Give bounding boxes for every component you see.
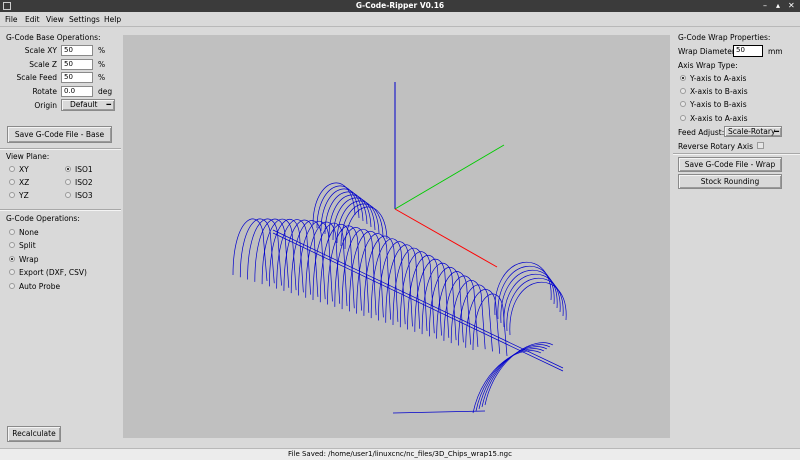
axis-y-to-a-radio[interactable]: Y-axis to A-axis (679, 74, 746, 83)
reverse-rotary-label: Reverse Rotary Axis (678, 142, 753, 151)
minimize-icon[interactable]: – (763, 0, 767, 12)
view-yz-radio[interactable]: YZ (8, 191, 29, 200)
rotate-input[interactable]: 0.0 (61, 86, 93, 97)
radio-icon (65, 179, 71, 185)
axis-wrap-heading: Axis Wrap Type: (678, 61, 738, 70)
stock-rounding-button[interactable]: Stock Rounding (678, 174, 782, 189)
op-export-radio[interactable]: Export (DXF, CSV) (8, 268, 87, 277)
toolpath-heart (509, 281, 567, 336)
scale-xy-label: Scale XY (24, 46, 57, 55)
window-title: G-Code-Ripper V0.16 (355, 1, 445, 10)
toolpath-plot (232, 82, 567, 414)
view-xy-radio[interactable]: XY (8, 165, 29, 174)
radio-selected-icon (680, 75, 686, 81)
axis-x-to-b-radio[interactable]: X-axis to B-axis (679, 87, 748, 96)
radio-icon (9, 283, 15, 289)
title-bar: G-Code-Ripper V0.16 – ▴ ✕ (0, 0, 800, 12)
radio-icon (9, 229, 15, 235)
radio-selected-icon (65, 166, 71, 172)
scale-feed-label: Scale Feed (16, 73, 57, 82)
base-ops-heading: G-Code Base Operations: (6, 33, 101, 42)
wrap-props-heading: G-Code Wrap Properties: (678, 33, 771, 42)
radio-icon (9, 179, 15, 185)
menu-file[interactable]: File (5, 15, 18, 24)
wrap-diameter-unit: mm (768, 47, 783, 56)
rotate-label: Rotate (32, 87, 57, 96)
maximize-icon[interactable]: ▴ (776, 0, 780, 12)
origin-label: Origin (34, 101, 57, 110)
menu-edit[interactable]: Edit (25, 15, 40, 24)
menu-bar: File Edit View Settings Help (0, 12, 800, 27)
feed-adjust-value: Scale-Rotary (728, 127, 776, 136)
y-axis-line (394, 144, 505, 210)
view-plane-heading: View Plane: (6, 152, 50, 161)
menu-settings[interactable]: Settings (69, 15, 100, 24)
origin-select[interactable]: Default ━ (61, 99, 115, 111)
toolpath-spine (272, 232, 564, 372)
toolpath-loop (407, 255, 442, 336)
origin-value: Default (70, 100, 98, 109)
recalculate-button[interactable]: Recalculate (7, 426, 61, 442)
radio-icon (9, 192, 15, 198)
close-icon[interactable]: ✕ (788, 0, 795, 12)
left-panel: G-Code Base Operations: Scale XY 50 % Sc… (0, 27, 121, 447)
op-auto-probe-radio[interactable]: Auto Probe (8, 282, 60, 291)
separator (673, 153, 800, 155)
scale-z-input[interactable]: 50 (61, 59, 93, 70)
op-none-radio[interactable]: None (8, 228, 39, 237)
op-split-radio[interactable]: Split (8, 241, 36, 250)
scale-xy-unit: % (98, 46, 106, 55)
status-bar: File Saved: /home/user1/linuxcnc/nc_file… (0, 448, 800, 460)
radio-icon (680, 115, 686, 121)
op-wrap-radio[interactable]: Wrap (8, 255, 39, 264)
radio-icon (9, 242, 15, 248)
save-wrap-button[interactable]: Save G-Code File - Wrap (678, 157, 782, 172)
reverse-rotary-checkbox[interactable] (757, 142, 764, 149)
separator (0, 148, 121, 150)
menu-help[interactable]: Help (104, 15, 121, 24)
radio-icon (9, 269, 15, 275)
toolpath-lines (232, 182, 567, 414)
toolpath-canvas[interactable] (123, 35, 670, 438)
scale-z-unit: % (98, 60, 106, 69)
rotate-unit: deg (98, 87, 113, 96)
save-base-button[interactable]: Save G-Code File - Base (7, 126, 112, 143)
scale-xy-input[interactable]: 50 (61, 45, 93, 56)
toolpath-loop (385, 244, 421, 329)
view-iso3-radio[interactable]: ISO3 (64, 191, 93, 200)
ops-heading: G-Code Operations: (6, 214, 80, 223)
axis-y-to-b-radio[interactable]: Y-axis to B-axis (679, 100, 747, 109)
right-panel: G-Code Wrap Properties: Wrap Diameter 50… (673, 27, 800, 447)
feed-adjust-label: Feed Adjust: (678, 128, 725, 137)
radio-icon (680, 88, 686, 94)
separator (0, 209, 121, 211)
view-iso2-radio[interactable]: ISO2 (64, 178, 93, 187)
scale-feed-input[interactable]: 50 (61, 72, 93, 83)
dropdown-icon: ━ (106, 100, 111, 109)
axis-x-to-a-radio[interactable]: X-axis to A-axis (679, 114, 748, 123)
radio-icon (9, 166, 15, 172)
scale-z-label: Scale Z (29, 60, 57, 69)
radio-selected-icon (9, 256, 15, 262)
wrap-diameter-input[interactable]: 50 (733, 45, 763, 57)
menu-view[interactable]: View (46, 15, 64, 24)
scale-feed-unit: % (98, 73, 106, 82)
feed-adjust-select[interactable]: Scale-Rotary ━ (724, 126, 782, 137)
radio-icon (65, 192, 71, 198)
view-xz-radio[interactable]: XZ (8, 178, 29, 187)
toolpath-loop (399, 251, 435, 334)
view-iso1-radio[interactable]: ISO1 (64, 165, 93, 174)
dropdown-icon: ━ (774, 127, 779, 136)
wrap-diameter-label: Wrap Diameter (678, 47, 735, 56)
x-axis-line (394, 208, 498, 268)
toolpath-base (392, 410, 486, 414)
toolpath-spine (272, 229, 564, 369)
radio-icon (680, 101, 686, 107)
